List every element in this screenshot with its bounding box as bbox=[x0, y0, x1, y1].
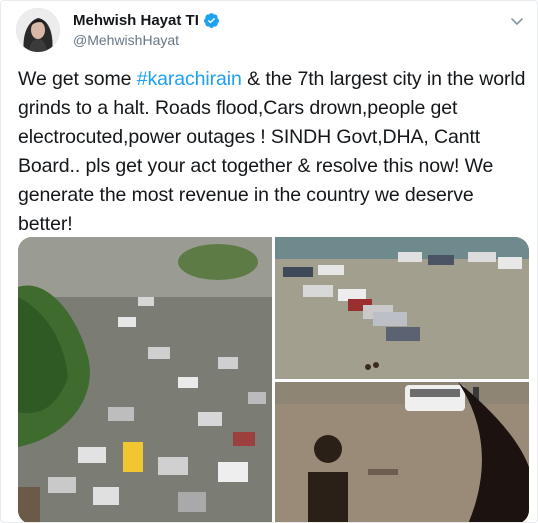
traffic-jam-photo[interactable] bbox=[18, 237, 272, 523]
media-grid bbox=[18, 237, 529, 523]
author-name-row[interactable]: Mehwish Hayat TI bbox=[73, 12, 220, 29]
author-name[interactable]: Mehwish Hayat TI bbox=[73, 12, 199, 29]
verified-badge-icon bbox=[203, 13, 219, 28]
tweet-text-after: & the 7th largest city in the world grin… bbox=[18, 68, 526, 235]
hashtag-link[interactable]: #karachirain bbox=[137, 68, 242, 90]
tweet-text-before: We get some bbox=[18, 68, 137, 90]
tweet-card[interactable]: Mehwish Hayat TI @MehwishHayat We get so… bbox=[0, 0, 538, 523]
flooded-street-photo[interactable] bbox=[275, 382, 529, 523]
author-handle[interactable]: @MehwishHayat bbox=[73, 32, 179, 48]
tweet-text: We get some #karachirain & the 7th large… bbox=[18, 65, 526, 239]
avatar[interactable] bbox=[16, 8, 60, 52]
flooded-parking-photo[interactable] bbox=[275, 237, 529, 379]
chevron-down-icon[interactable] bbox=[509, 13, 525, 29]
